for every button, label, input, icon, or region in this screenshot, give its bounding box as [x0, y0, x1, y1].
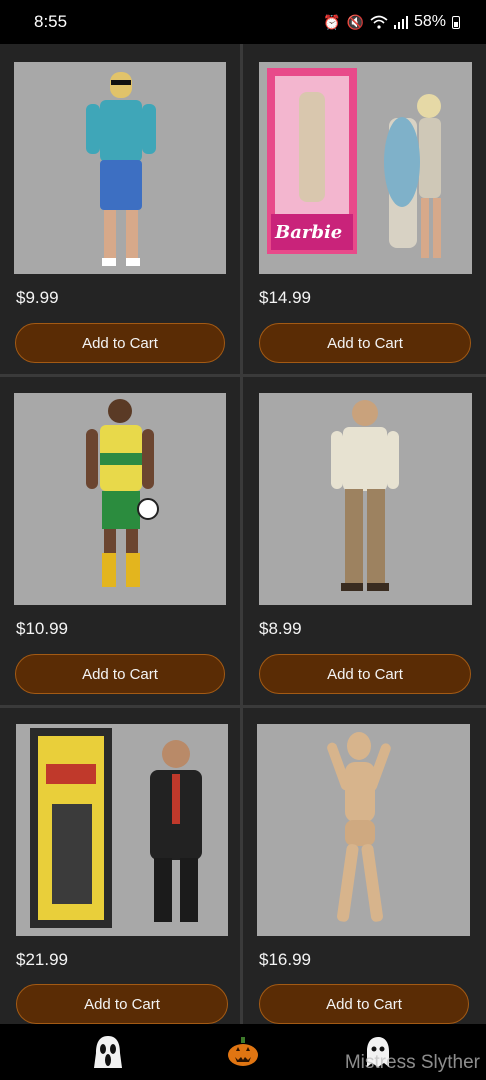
add-to-cart-button[interactable]: Add to Cart — [15, 654, 225, 694]
add-to-cart-button[interactable]: Add to Cart — [259, 984, 469, 1024]
product-card: $8.99 Add to Cart — [243, 377, 486, 705]
grid-divider — [240, 44, 243, 374]
product-price: $10.99 — [16, 619, 68, 638]
add-to-cart-button[interactable]: Add to Cart — [259, 323, 471, 363]
status-bar: 8:55 ⏰ 🔇 58% — [0, 0, 486, 44]
status-icons: ⏰ 🔇 58% — [323, 13, 460, 31]
product-price: $14.99 — [259, 288, 311, 307]
product-card: $9.99 Add to Cart — [0, 44, 240, 374]
product-image[interactable]: Barbie — [259, 62, 472, 274]
battery-percent: 58% — [413, 13, 446, 30]
alarm-icon: ⏰ — [323, 13, 341, 30]
product-card: $21.99 Add to Cart — [0, 708, 240, 1024]
add-to-cart-button[interactable]: Add to Cart — [259, 654, 471, 694]
product-card: $10.99 Add to Cart — [0, 377, 240, 705]
status-time: 8:55 — [34, 12, 68, 31]
product-price: $16.99 — [259, 950, 311, 969]
pumpkin-icon[interactable] — [225, 1034, 261, 1070]
product-card: Barbie $14.99 Add to Cart — [243, 44, 486, 374]
battery-icon — [452, 15, 460, 29]
box-logo-text: Barbie — [275, 222, 343, 243]
grid-divider — [240, 708, 243, 1024]
grid-divider — [240, 377, 243, 705]
product-image[interactable] — [257, 724, 470, 936]
product-image[interactable] — [14, 393, 226, 605]
mute-icon: 🔇 — [346, 13, 364, 30]
scream-ghost-icon[interactable] — [90, 1034, 126, 1070]
product-price: $21.99 — [16, 950, 68, 969]
wifi-icon — [370, 15, 388, 29]
add-to-cart-button[interactable]: Add to Cart — [15, 323, 225, 363]
product-card: $16.99 Add to Cart — [243, 708, 486, 1024]
product-image[interactable] — [259, 393, 472, 605]
product-grid: $9.99 Add to Cart Barbie $14.99 Add to C… — [0, 44, 486, 1024]
signal-icon — [393, 15, 408, 29]
watermark-text: Mistress Slyther — [344, 1052, 480, 1073]
product-price: $9.99 — [16, 288, 59, 307]
product-image[interactable] — [16, 724, 228, 936]
product-price: $8.99 — [259, 619, 302, 638]
add-to-cart-button[interactable]: Add to Cart — [16, 984, 228, 1024]
product-image[interactable] — [14, 62, 226, 274]
doll-figure-icon — [86, 72, 156, 266]
